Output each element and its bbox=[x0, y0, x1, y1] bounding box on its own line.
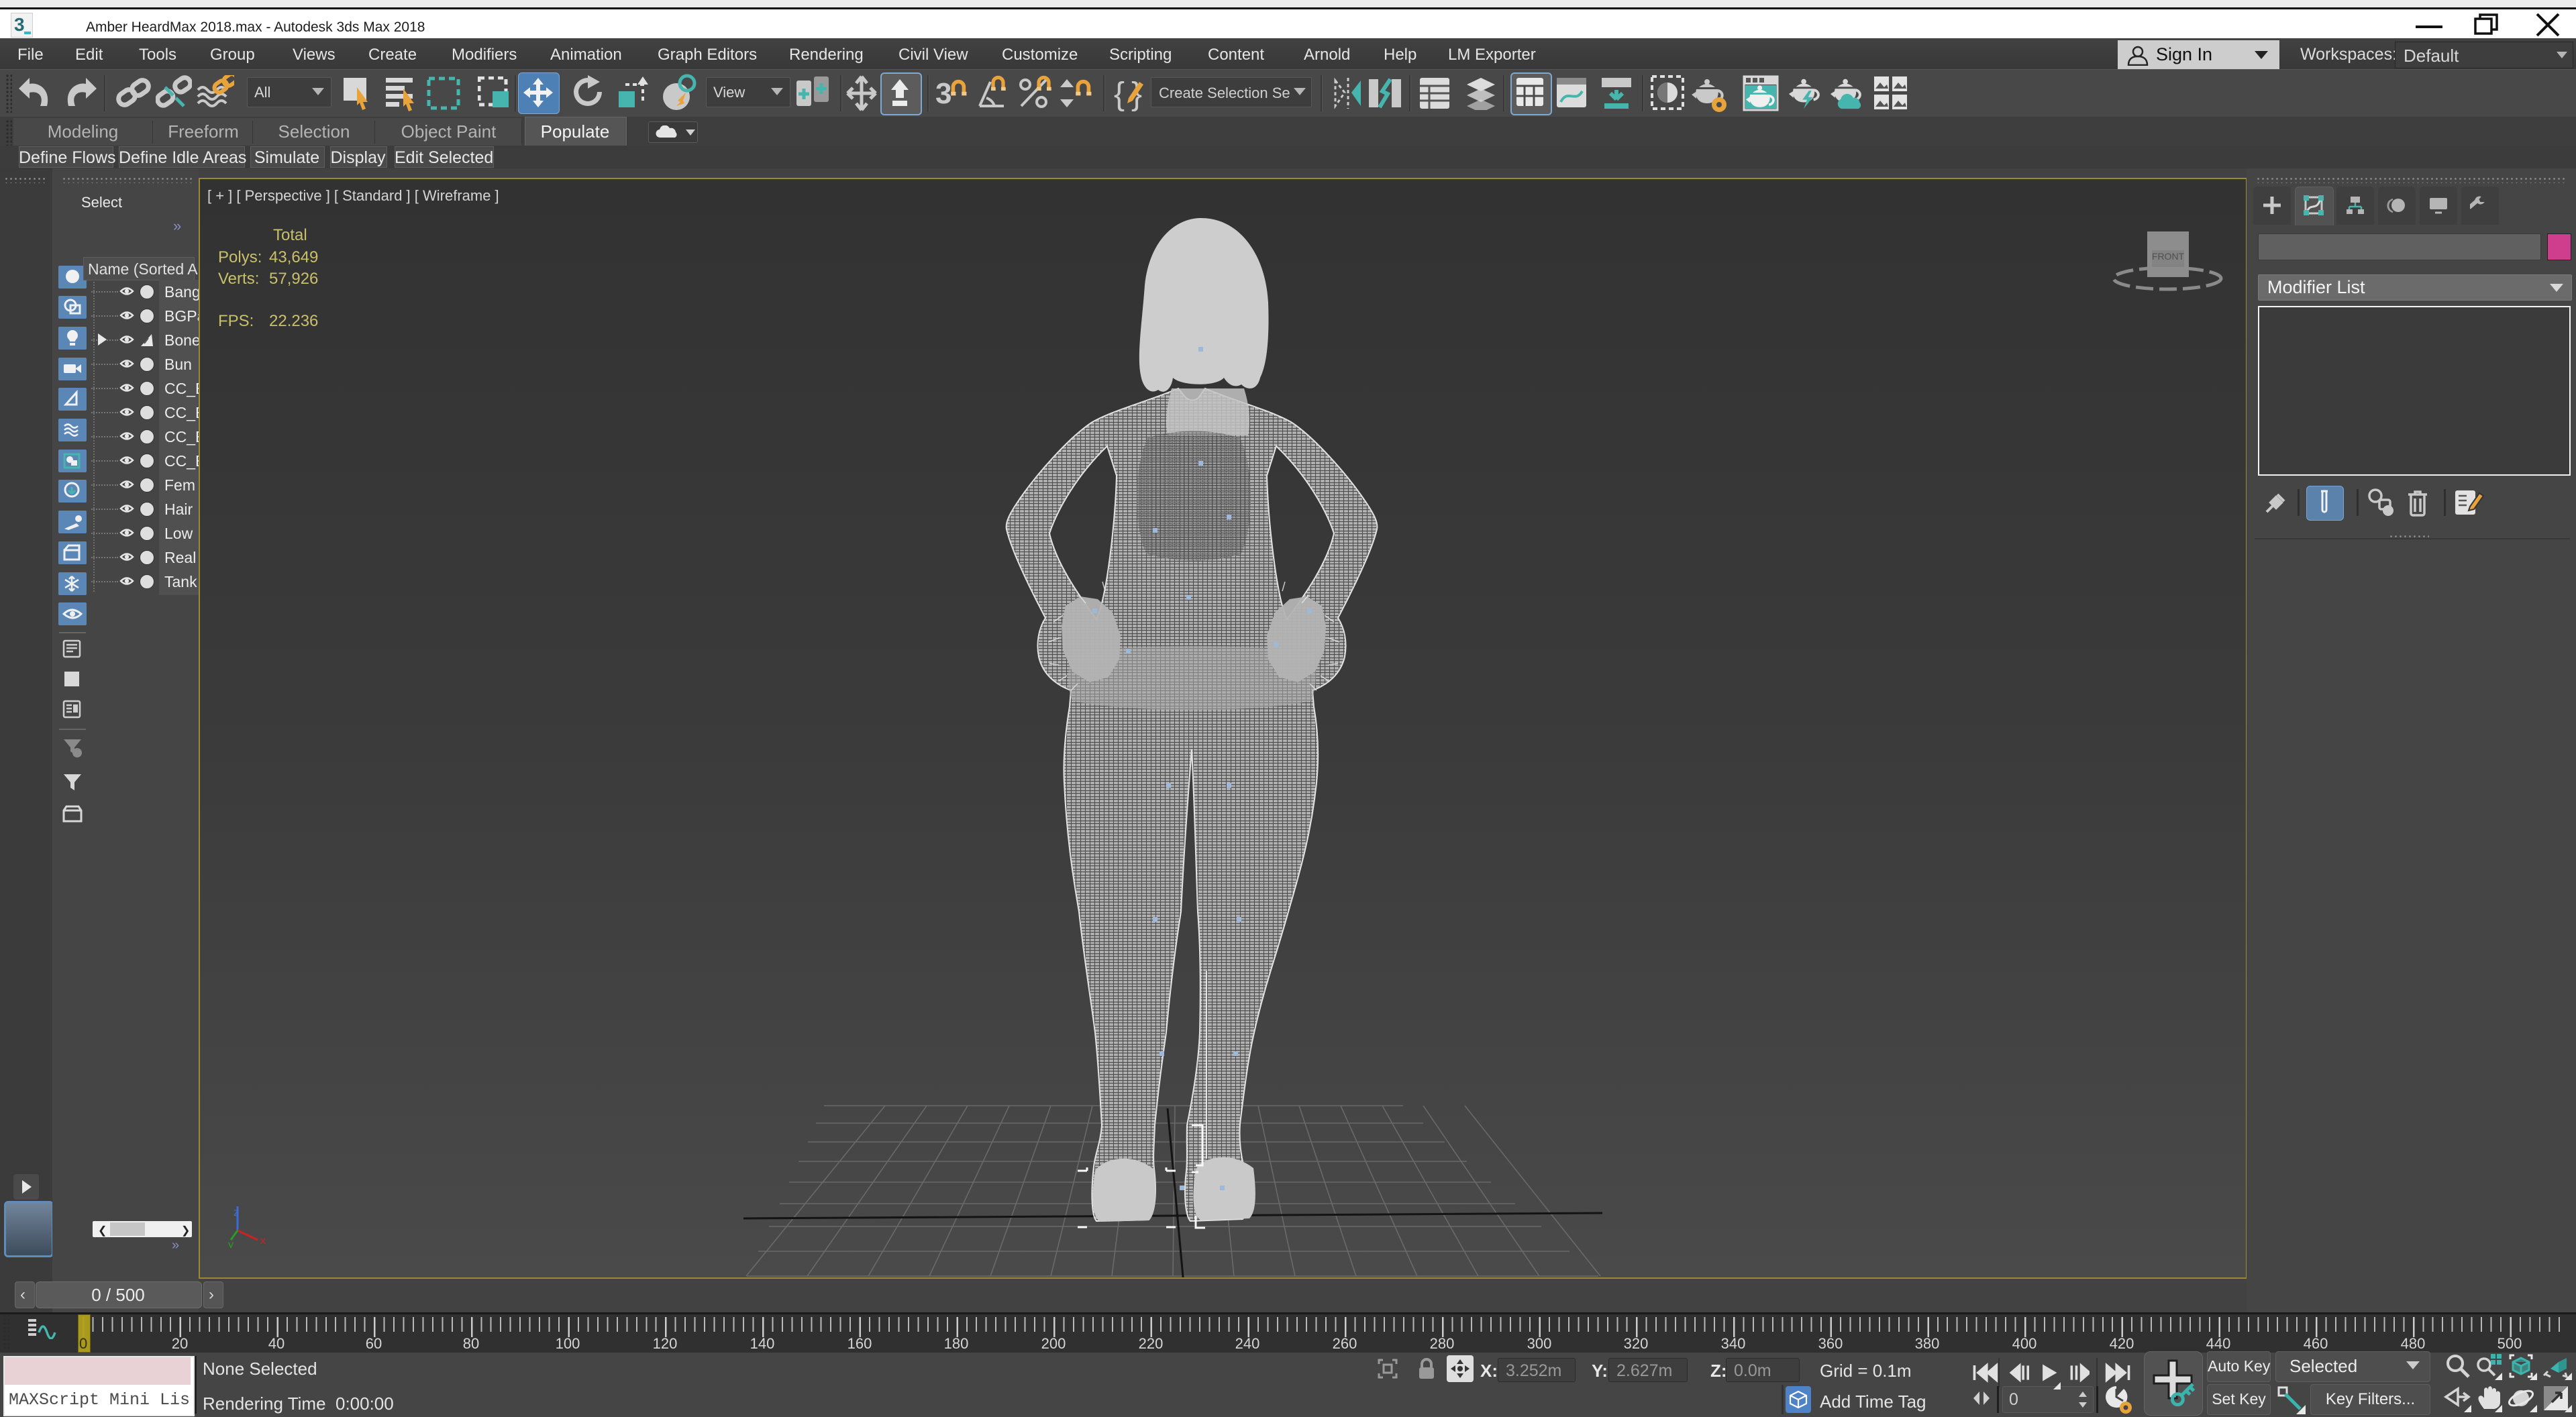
svg-text:FRONT: FRONT bbox=[2152, 251, 2185, 262]
svg-text:{: { bbox=[1114, 76, 1125, 111]
svg-text:y: y bbox=[228, 1239, 234, 1248]
svg-text:3: 3 bbox=[935, 77, 951, 110]
svg-text:z: z bbox=[234, 1207, 239, 1218]
svg-text:x: x bbox=[260, 1235, 266, 1247]
